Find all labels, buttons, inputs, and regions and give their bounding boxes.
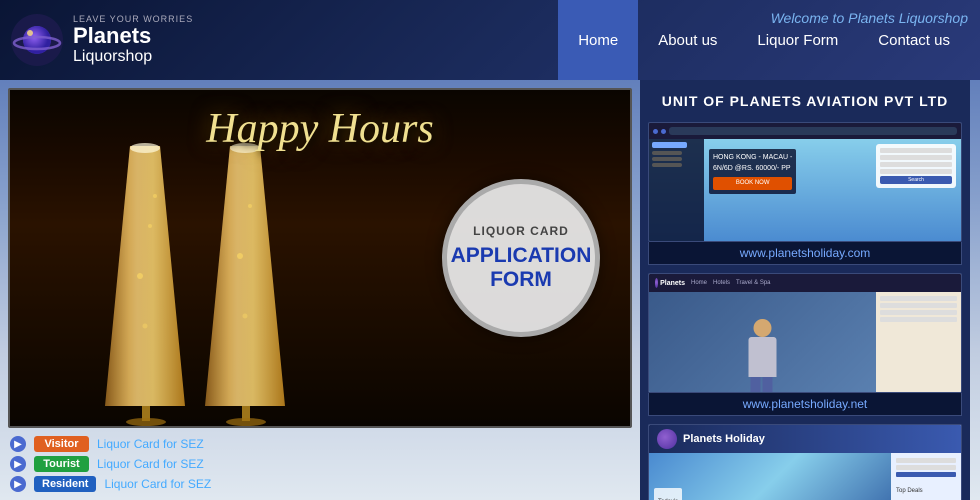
link-row-resident: ▶ Resident Liquor Card for SEZ <box>10 476 630 492</box>
nav-home[interactable]: Home <box>558 0 638 80</box>
link-row-tourist: ▶ Tourist Liquor Card for SEZ <box>10 456 630 472</box>
link-row-visitor: ▶ Visitor Liquor Card for SEZ <box>10 436 630 452</box>
badge-main: APPLICATION FORM <box>451 244 592 292</box>
arrow-visitor: ▶ <box>10 436 26 452</box>
logo-sub: Liquorshop <box>73 48 193 66</box>
sidebar-card-3[interactable]: Planets Holiday Today's Top Deals <box>648 424 962 500</box>
link-resident[interactable]: Liquor Card for SEZ <box>104 477 211 491</box>
card3-logo-text: Planets Holiday <box>683 433 765 445</box>
sidebar-card-1[interactable]: HONG KONG - MACAU -6N/6D @RS. 60000/- PP… <box>648 122 962 265</box>
badge-resident: Resident <box>34 476 96 492</box>
logo-name: Planets <box>73 24 193 48</box>
arrow-tourist: ▶ <box>10 456 26 472</box>
sidebar-card-2[interactable]: Planets Home Hotels Travel & Spa <box>648 273 962 416</box>
right-sidebar: UNIT OF PLANETS AVIATION PVT LTD <box>640 80 970 500</box>
liquor-links: ▶ Visitor Liquor Card for SEZ ▶ Tourist … <box>0 432 640 500</box>
sidebar-title: UNIT OF PLANETS AVIATION PVT LTD <box>648 88 962 114</box>
nav-about[interactable]: About us <box>638 0 737 80</box>
link-tourist[interactable]: Liquor Card for SEZ <box>97 457 204 471</box>
card1-label: www.planetsholiday.com <box>648 242 962 265</box>
logo-area: LEAVE YOUR WORRIES Planets Liquorshop <box>10 13 193 68</box>
arrow-resident: ▶ <box>10 476 26 492</box>
welcome-message: Welcome to Planets Liquorshop <box>771 10 968 28</box>
badge-tourist: Tourist <box>34 456 89 472</box>
card3-body-text: Top Deals <box>896 488 923 494</box>
link-visitor[interactable]: Liquor Card for SEZ <box>97 437 204 451</box>
card2-label: www.planetsholiday.net <box>648 393 962 416</box>
badge-title: LIQUOR CARD <box>473 223 569 240</box>
application-badge: LIQUOR CARD APPLICATION FORM <box>442 179 600 337</box>
hero-heading: Happy Hours <box>206 106 434 152</box>
badge-visitor: Visitor <box>34 436 89 452</box>
